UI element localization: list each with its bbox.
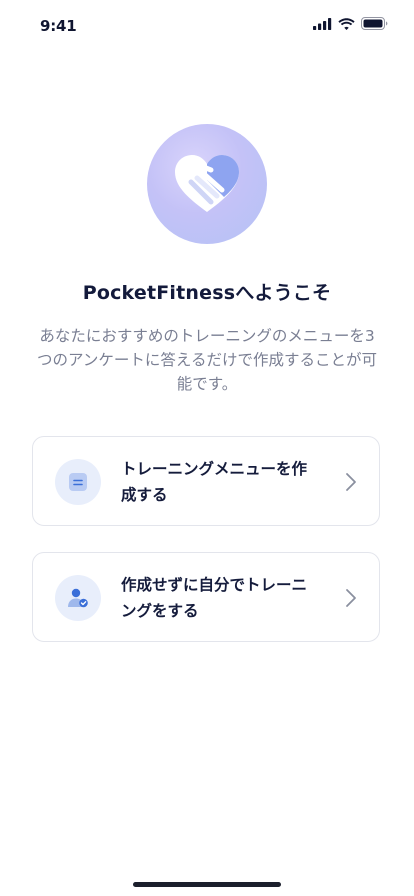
self-training-option[interactable]: 作成せずに自分でトレーニングをする [32, 552, 380, 642]
welcome-illustration [147, 124, 267, 244]
option-label: トレーニングメニューを作成する [121, 460, 308, 504]
cellular-signal-icon [313, 17, 332, 30]
welcome-description: あなたにおすすめのトレーニングのメニューを3つのアンケートに答えるだけで作成する… [37, 327, 377, 393]
chevron-right-icon [346, 589, 356, 607]
chevron-right-icon [346, 473, 356, 491]
option-icon-container [55, 459, 101, 505]
home-indicator[interactable] [133, 882, 281, 887]
status-icons [313, 17, 388, 30]
status-time: 9:41 [40, 17, 77, 35]
option-icon-container [55, 575, 101, 621]
option-label: 作成せずに自分でトレーニングをする [121, 576, 308, 620]
wifi-icon [338, 17, 355, 30]
battery-icon [361, 17, 388, 30]
handshake-heart-icon [175, 155, 239, 212]
user-check-icon [68, 588, 88, 608]
welcome-title: PocketFitnessへようこそ [82, 282, 332, 304]
document-icon [69, 473, 87, 491]
status-bar: 9:41 [0, 0, 414, 52]
create-menu-option[interactable]: トレーニングメニューを作成する [32, 436, 380, 526]
